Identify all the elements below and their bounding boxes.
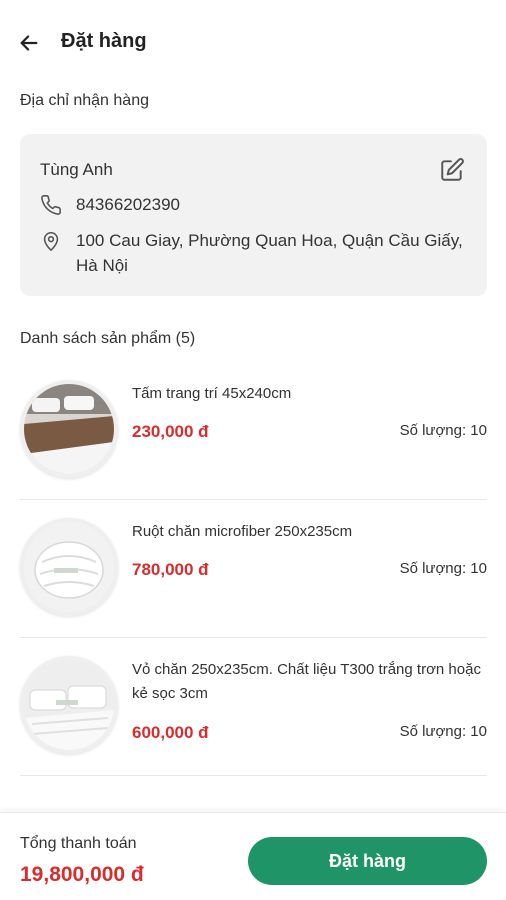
product-price: 780,000 đ <box>132 560 209 579</box>
arrow-left-icon <box>20 35 38 51</box>
location-row: 100 Cau Giay, Phường Quan Hoa, Quận Cầu … <box>38 228 466 278</box>
location-pin-icon <box>38 228 64 254</box>
edit-address-button[interactable] <box>437 155 467 185</box>
address-card: Tùng Anh 84366202390 100 Cau Giay, Phườn… <box>20 134 487 296</box>
app-header: Đặt hàng <box>0 0 506 84</box>
product-quantity: Số lượng: 10 <box>399 422 487 439</box>
total-label: Tổng thanh toán <box>20 835 137 852</box>
page-title: Đặt hàng <box>61 30 147 52</box>
product-image <box>20 380 118 478</box>
total-amount: 19,800,000 đ <box>20 863 144 886</box>
product-name: Ruột chăn microfiber 250x235cm <box>132 523 353 540</box>
phone-number: 84366202390 <box>76 195 181 214</box>
product-item[interactable]: Ruột chăn microfiber 250x235cm 780,000 đ… <box>20 500 487 638</box>
back-button[interactable] <box>14 28 44 58</box>
address-text: 100 Cau Giay, Phường Quan Hoa, Quận Cầu … <box>76 231 463 275</box>
place-order-button[interactable]: Đặt hàng <box>248 837 487 885</box>
product-image <box>20 656 118 754</box>
product-item[interactable]: Vỏ chăn 250x235cm. Chất liệu T300 trắng … <box>20 638 487 776</box>
checkout-footer: Tổng thanh toán 19,800,000 đ Đặt hàng <box>0 812 506 900</box>
address-section-label: Địa chỉ nhận hàng <box>20 92 149 109</box>
product-quantity: Số lượng: 10 <box>399 560 487 577</box>
product-quantity: Số lượng: 10 <box>399 723 487 740</box>
phone-icon <box>38 192 64 218</box>
product-price: 600,000 đ <box>132 723 209 742</box>
recipient-name: Tùng Anh <box>40 160 113 179</box>
phone-row: 84366202390 <box>38 192 466 218</box>
edit-icon <box>441 158 464 181</box>
product-image <box>20 518 118 616</box>
products-section-label: Danh sách sản phẩm (5) <box>20 330 196 347</box>
product-name: Vỏ chăn 250x235cm. Chất liệu T300 trắng … <box>132 661 481 702</box>
product-item[interactable]: Tấm trang trí 45x240cm 230,000 đ Số lượn… <box>20 362 487 500</box>
product-name: Tấm trang trí 45x240cm <box>132 385 292 402</box>
product-price: 230,000 đ <box>132 422 209 441</box>
